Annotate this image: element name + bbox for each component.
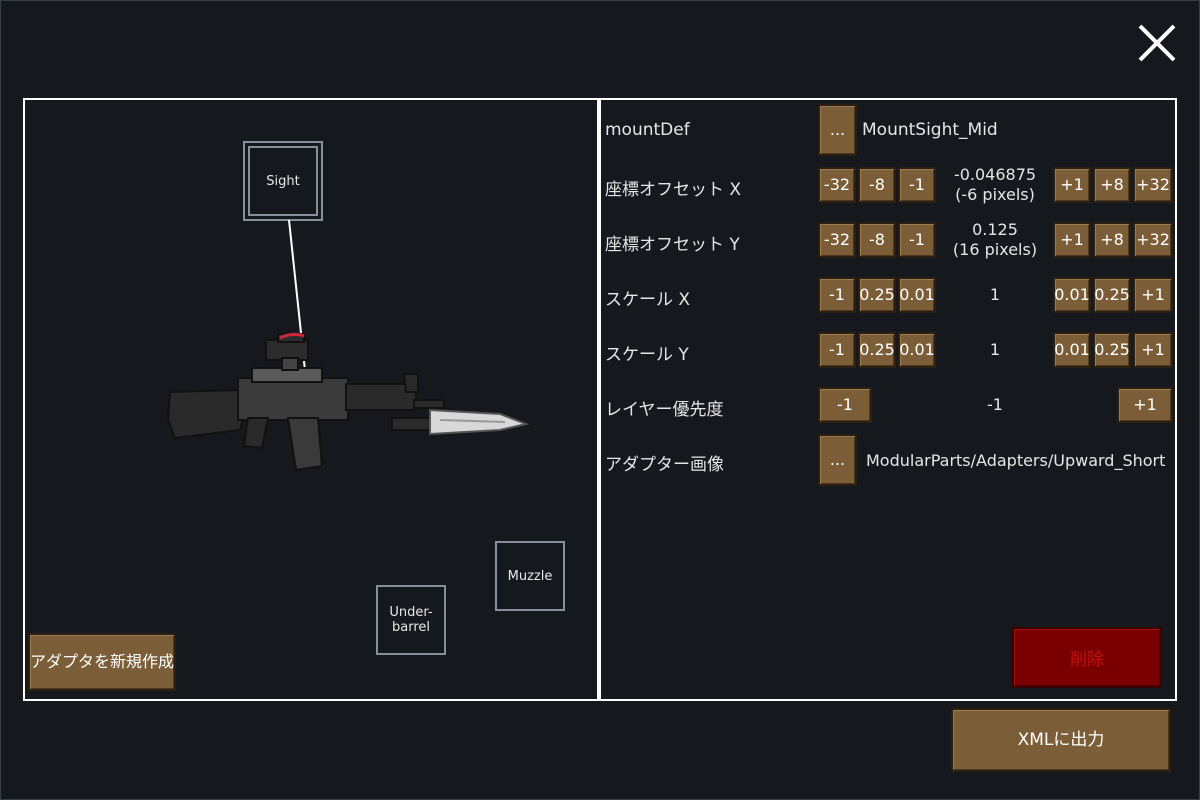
- mountdef-value: MountSight_Mid: [862, 120, 998, 140]
- offset-x-pixels: (-6 pixels): [955, 185, 1035, 204]
- btn-label: +1: [1060, 230, 1084, 250]
- mountdef-browse-button[interactable]: ...: [818, 104, 857, 156]
- btn-label: -8: [869, 230, 885, 250]
- btn-label: -8: [869, 175, 885, 195]
- offset-y-inc-32-button[interactable]: +32: [1133, 222, 1173, 258]
- btn-label: +32: [1136, 175, 1170, 195]
- scale-y-inc-001-button[interactable]: 0.01: [1053, 332, 1091, 368]
- btn-label: +32: [1136, 230, 1170, 250]
- muzzle-slot-label: Muzzle: [507, 568, 553, 584]
- offset-x-number: -0.046875: [953, 165, 1037, 184]
- scale-y-inc-025-button[interactable]: 0.25: [1093, 332, 1131, 368]
- btn-label: +8: [1100, 175, 1124, 195]
- adapter-image-value: ModularParts/Adapters/Upward_Short: [866, 451, 1166, 470]
- btn-label: 0.01: [1054, 340, 1090, 360]
- scale-y-dec-025-button[interactable]: 0.25: [858, 332, 896, 368]
- scale-x-inc-025-button[interactable]: 0.25: [1093, 277, 1131, 313]
- mountdef-label: mountDef: [605, 120, 690, 140]
- offset-y-label: 座標オフセット Y: [605, 235, 740, 255]
- scale-x-dec-025-button[interactable]: 0.25: [858, 277, 896, 313]
- scale-x-inc-001-button[interactable]: 0.01: [1053, 277, 1091, 313]
- underbarrel-slot[interactable]: Under-barrel: [376, 585, 446, 655]
- underbarrel-slot-label: Under-barrel: [389, 605, 433, 635]
- btn-label: 0.25: [1094, 340, 1130, 360]
- offset-x-inc-32-button[interactable]: +32: [1133, 167, 1173, 203]
- scale-y-inc-1-button[interactable]: +1: [1133, 332, 1173, 368]
- offset-y-inc-8-button[interactable]: +8: [1093, 222, 1131, 258]
- mountdef-browse-label: ...: [829, 120, 846, 140]
- scale-x-inc-1-button[interactable]: +1: [1133, 277, 1173, 313]
- adapter-image-browse-label: ...: [829, 450, 846, 470]
- btn-label: -32: [823, 230, 851, 250]
- offset-x-inc-8-button[interactable]: +8: [1093, 167, 1131, 203]
- new-adapter-label: アダプタを新規作成: [30, 652, 175, 672]
- btn-label: 0.25: [859, 285, 895, 305]
- offset-x-dec-32-button[interactable]: -32: [818, 167, 856, 203]
- export-xml-button[interactable]: XMLに出力: [951, 708, 1171, 772]
- scale-y-dec-1-button[interactable]: -1: [818, 332, 856, 368]
- btn-label: -1: [837, 395, 853, 415]
- scale-x-label: スケール X: [605, 290, 691, 310]
- btn-label: +1: [1133, 395, 1157, 415]
- layer-priority-label: レイヤー優先度: [605, 400, 724, 420]
- offset-y-number: 0.125: [972, 220, 1018, 239]
- layer-inc-button[interactable]: +1: [1117, 387, 1173, 423]
- offset-y-pixels: (16 pixels): [952, 240, 1038, 259]
- btn-label: 0.25: [859, 340, 895, 360]
- offset-y-dec-32-button[interactable]: -32: [818, 222, 856, 258]
- new-adapter-button[interactable]: アダプタを新規作成: [28, 633, 176, 691]
- btn-label: +1: [1060, 175, 1084, 195]
- delete-button[interactable]: 削除: [1012, 627, 1162, 688]
- offset-x-value: -0.046875 (-6 pixels): [940, 165, 1050, 205]
- adapter-image-label: アダプター画像: [605, 455, 724, 475]
- btn-label: 0.01: [899, 340, 935, 360]
- scale-x-dec-1-button[interactable]: -1: [818, 277, 856, 313]
- muzzle-slot[interactable]: Muzzle: [495, 541, 565, 611]
- offset-y-inc-1-button[interactable]: +1: [1053, 222, 1091, 258]
- layer-dec-button[interactable]: -1: [818, 387, 872, 423]
- scale-y-value: 1: [989, 340, 1001, 359]
- scale-x-dec-001-button[interactable]: 0.01: [898, 277, 936, 313]
- btn-label: 0.25: [1094, 285, 1130, 305]
- btn-label: -1: [829, 285, 845, 305]
- delete-label: 削除: [1070, 650, 1104, 670]
- scale-x-value: 1: [989, 285, 1001, 304]
- btn-label: -32: [823, 175, 851, 195]
- btn-label: -1: [829, 340, 845, 360]
- btn-label: +8: [1100, 230, 1124, 250]
- btn-label: -1: [909, 230, 925, 250]
- layer-priority-value: -1: [987, 395, 1003, 414]
- offset-y-value: 0.125 (16 pixels): [940, 220, 1050, 260]
- btn-label: 0.01: [899, 285, 935, 305]
- btn-label: +1: [1141, 340, 1165, 360]
- export-xml-label: XMLに出力: [1017, 729, 1105, 750]
- offset-x-label: 座標オフセット X: [605, 180, 742, 200]
- scale-y-label: スケール Y: [605, 345, 689, 365]
- adapter-image-browse-button[interactable]: ...: [818, 434, 857, 486]
- rifle-icon: [166, 332, 530, 472]
- btn-label: +1: [1141, 285, 1165, 305]
- btn-label: 0.01: [1054, 285, 1090, 305]
- offset-y-dec-8-button[interactable]: -8: [858, 222, 896, 258]
- offset-x-dec-8-button[interactable]: -8: [858, 167, 896, 203]
- offset-y-dec-1-button[interactable]: -1: [898, 222, 936, 258]
- scale-y-dec-001-button[interactable]: 0.01: [898, 332, 936, 368]
- offset-x-dec-1-button[interactable]: -1: [898, 167, 936, 203]
- btn-label: -1: [909, 175, 925, 195]
- offset-x-inc-1-button[interactable]: +1: [1053, 167, 1091, 203]
